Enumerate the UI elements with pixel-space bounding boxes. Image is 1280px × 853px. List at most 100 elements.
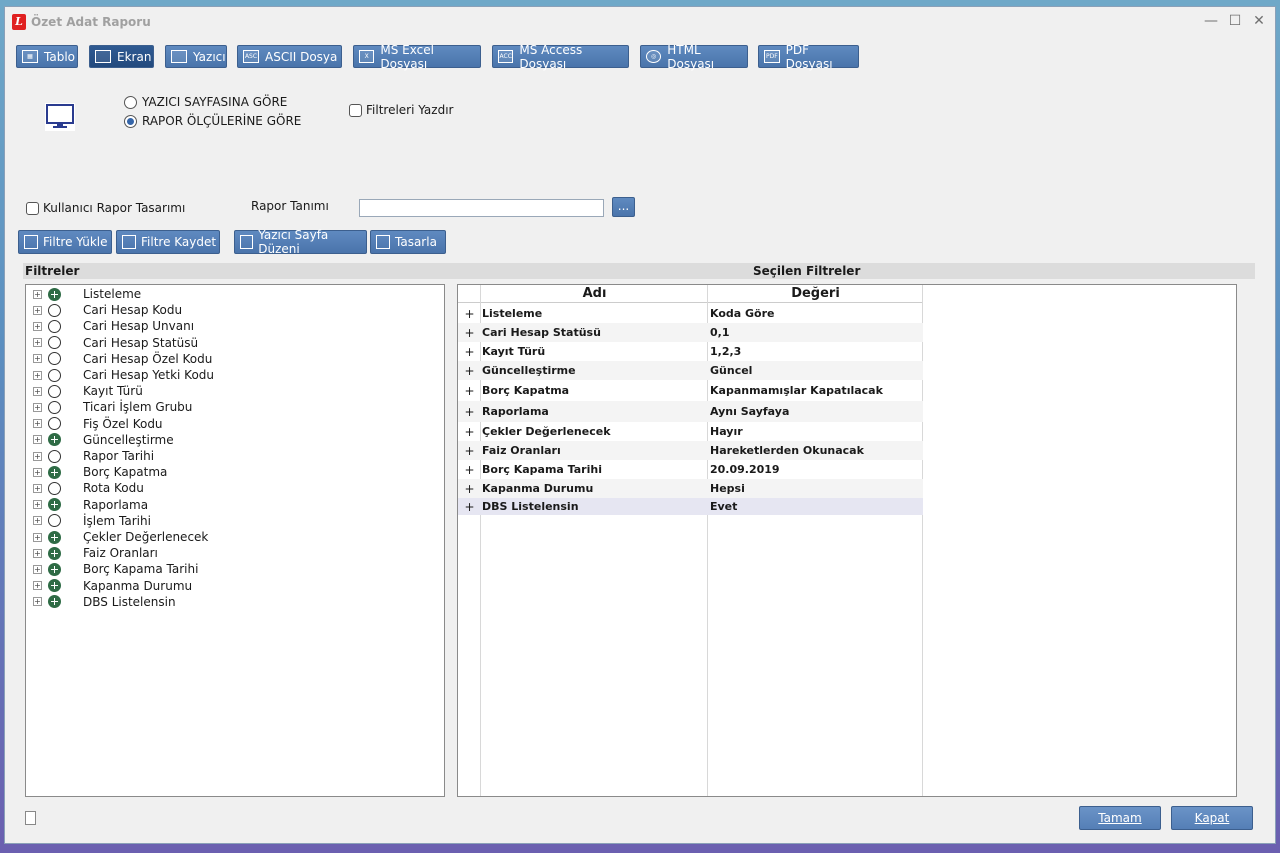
tab-excel[interactable]: X MS Excel Dosyası [353, 43, 481, 71]
expand-icon[interactable]: + [33, 564, 42, 574]
expand-icon[interactable]: + [33, 467, 42, 477]
table-row[interactable]: + Cari Hesap Statüsü 0,1 [458, 323, 923, 342]
close-icon[interactable]: ✕ [1251, 13, 1267, 29]
selected-plus-icon[interactable] [48, 595, 61, 609]
row-expand-icon[interactable]: + [458, 345, 481, 359]
selected-plus-icon[interactable] [48, 546, 61, 560]
filter-tree[interactable]: + Listeleme + Cari Hesap Kodu + Cari Hesap Un… [25, 284, 445, 797]
selected-plus-icon[interactable] [48, 530, 61, 544]
row-expand-icon[interactable]: + [458, 444, 481, 458]
maximize-icon[interactable]: ☐ [1227, 13, 1243, 29]
radio-report-size[interactable]: RAPOR ÖLÇÜLERİNE GÖRE [124, 114, 301, 128]
unselected-circle-icon[interactable] [48, 449, 61, 463]
tree-item[interactable]: + Cari Hesap Statüsü [26, 335, 198, 351]
report-def-input[interactable] [359, 199, 604, 217]
radio-report-size-dot[interactable] [124, 114, 137, 128]
user-design-box[interactable] [26, 201, 39, 215]
tree-item[interactable]: + İşlem Tarihi [26, 513, 151, 529]
selected-plus-icon[interactable] [48, 579, 61, 593]
row-expand-icon[interactable]: + [458, 405, 481, 419]
unselected-circle-icon[interactable] [48, 352, 61, 366]
tree-item[interactable]: + Raporlama [26, 497, 148, 513]
file-icon[interactable] [25, 811, 36, 825]
tab-ascii[interactable]: ASC ASCII Dosya [237, 45, 342, 68]
expand-icon[interactable]: + [33, 289, 42, 299]
row-expand-icon[interactable]: + [458, 364, 481, 378]
print-filters-checkbox[interactable]: Filtreleri Yazdır [349, 103, 453, 117]
expand-icon[interactable]: + [33, 435, 42, 445]
table-row[interactable]: + Kayıt Türü 1,2,3 [458, 342, 923, 361]
ok-button[interactable]: Tamam [1079, 806, 1161, 830]
browse-button[interactable]: ... [612, 197, 635, 217]
selected-plus-icon[interactable] [48, 562, 61, 576]
selected-plus-icon[interactable] [48, 465, 61, 479]
page-setup-button[interactable]: Yazıcı Sayfa Düzeni [234, 228, 367, 256]
expand-icon[interactable]: + [33, 581, 42, 591]
tab-html[interactable]: ◎ HTML Dosyası [640, 43, 748, 71]
tree-item[interactable]: + DBS Listelensin [26, 594, 176, 610]
expand-icon[interactable]: + [33, 321, 42, 331]
radio-printer-page[interactable]: YAZICI SAYFASINA GÖRE [124, 95, 287, 109]
row-expand-icon[interactable]: + [458, 326, 481, 340]
table-row[interactable]: + Borç Kapatma Kapanmamışlar Kapatılacak [458, 380, 923, 401]
close-button[interactable]: Kapat [1171, 806, 1253, 830]
tree-item[interactable]: + Rapor Tarihi [26, 448, 154, 464]
expand-icon[interactable]: + [33, 354, 42, 364]
table-row[interactable]: + Faiz Oranları Hareketlerden Okunacak [458, 441, 923, 460]
expand-icon[interactable]: + [33, 402, 42, 412]
tree-item[interactable]: + Kapanma Durumu [26, 578, 192, 594]
table-row[interactable]: + Güncelleştirme Güncel [458, 361, 923, 380]
tree-item[interactable]: + Fiş Özel Kodu [26, 416, 163, 432]
selected-plus-icon[interactable] [48, 498, 61, 512]
minimize-icon[interactable]: — [1203, 13, 1219, 29]
expand-icon[interactable]: + [33, 483, 42, 493]
unselected-circle-icon[interactable] [48, 514, 61, 528]
unselected-circle-icon[interactable] [48, 368, 61, 382]
unselected-circle-icon[interactable] [48, 417, 61, 431]
tree-item[interactable]: + Listeleme [26, 286, 141, 302]
unselected-circle-icon[interactable] [48, 400, 61, 414]
table-row[interactable]: + Listeleme Koda Göre [458, 304, 923, 323]
selected-plus-icon[interactable] [48, 433, 61, 447]
table-row[interactable]: + Raporlama Aynı Sayfaya [458, 401, 923, 422]
tree-item[interactable]: + Rota Kodu [26, 480, 144, 496]
unselected-circle-icon[interactable] [48, 481, 61, 495]
tree-item[interactable]: + Kayıt Türü [26, 383, 143, 399]
selected-filters-grid[interactable]: Adı Değeri + Listeleme Koda Göre + Cari Hesa… [457, 284, 1237, 797]
unselected-circle-icon[interactable] [48, 319, 61, 333]
user-design-checkbox[interactable]: Kullanıcı Rapor Tasarımı [26, 201, 185, 215]
tree-item[interactable]: + Borç Kapama Tarihi [26, 561, 198, 577]
expand-icon[interactable]: + [33, 516, 42, 526]
table-row[interactable]: + Çekler Değerlenecek Hayır [458, 422, 923, 441]
unselected-circle-icon[interactable] [48, 384, 61, 398]
expand-icon[interactable]: + [33, 597, 42, 607]
tree-item[interactable]: + Cari Hesap Kodu [26, 302, 182, 318]
expand-icon[interactable]: + [33, 338, 42, 348]
tab-yazici[interactable]: Yazıcı [165, 45, 227, 68]
tree-item[interactable]: + Güncelleştirme [26, 432, 174, 448]
expand-icon[interactable]: + [33, 370, 42, 380]
expand-icon[interactable]: + [33, 532, 42, 542]
row-expand-icon[interactable]: + [458, 500, 481, 514]
selected-plus-icon[interactable] [48, 287, 61, 301]
table-row[interactable]: + Borç Kapama Tarihi 20.09.2019 [458, 460, 923, 479]
expand-icon[interactable]: + [33, 386, 42, 396]
tab-pdf[interactable]: PDF PDF Dosyası [758, 43, 859, 71]
expand-icon[interactable]: + [33, 548, 42, 558]
expand-icon[interactable]: + [33, 305, 42, 315]
expand-icon[interactable]: + [33, 500, 42, 510]
table-row[interactable]: + Kapanma Durumu Hepsi [458, 479, 923, 498]
row-expand-icon[interactable]: + [458, 384, 481, 398]
tree-item[interactable]: + Ticari İşlem Grubu [26, 399, 192, 415]
tab-tablo[interactable]: ▦ Tablo [16, 45, 78, 68]
tree-item[interactable]: + Cari Hesap Yetki Kodu [26, 367, 214, 383]
tab-ekran[interactable]: Ekran [89, 45, 154, 68]
tree-item[interactable]: + Cari Hesap Özel Kodu [26, 351, 212, 367]
row-expand-icon[interactable]: + [458, 425, 481, 439]
print-filters-box[interactable] [349, 103, 362, 117]
save-filter-button[interactable]: Filtre Kaydet [116, 230, 220, 254]
load-filter-button[interactable]: Filtre Yükle [18, 230, 112, 254]
row-expand-icon[interactable]: + [458, 482, 481, 496]
table-row[interactable]: + DBS Listelensin Evet [458, 498, 923, 515]
row-expand-icon[interactable]: + [458, 307, 481, 321]
